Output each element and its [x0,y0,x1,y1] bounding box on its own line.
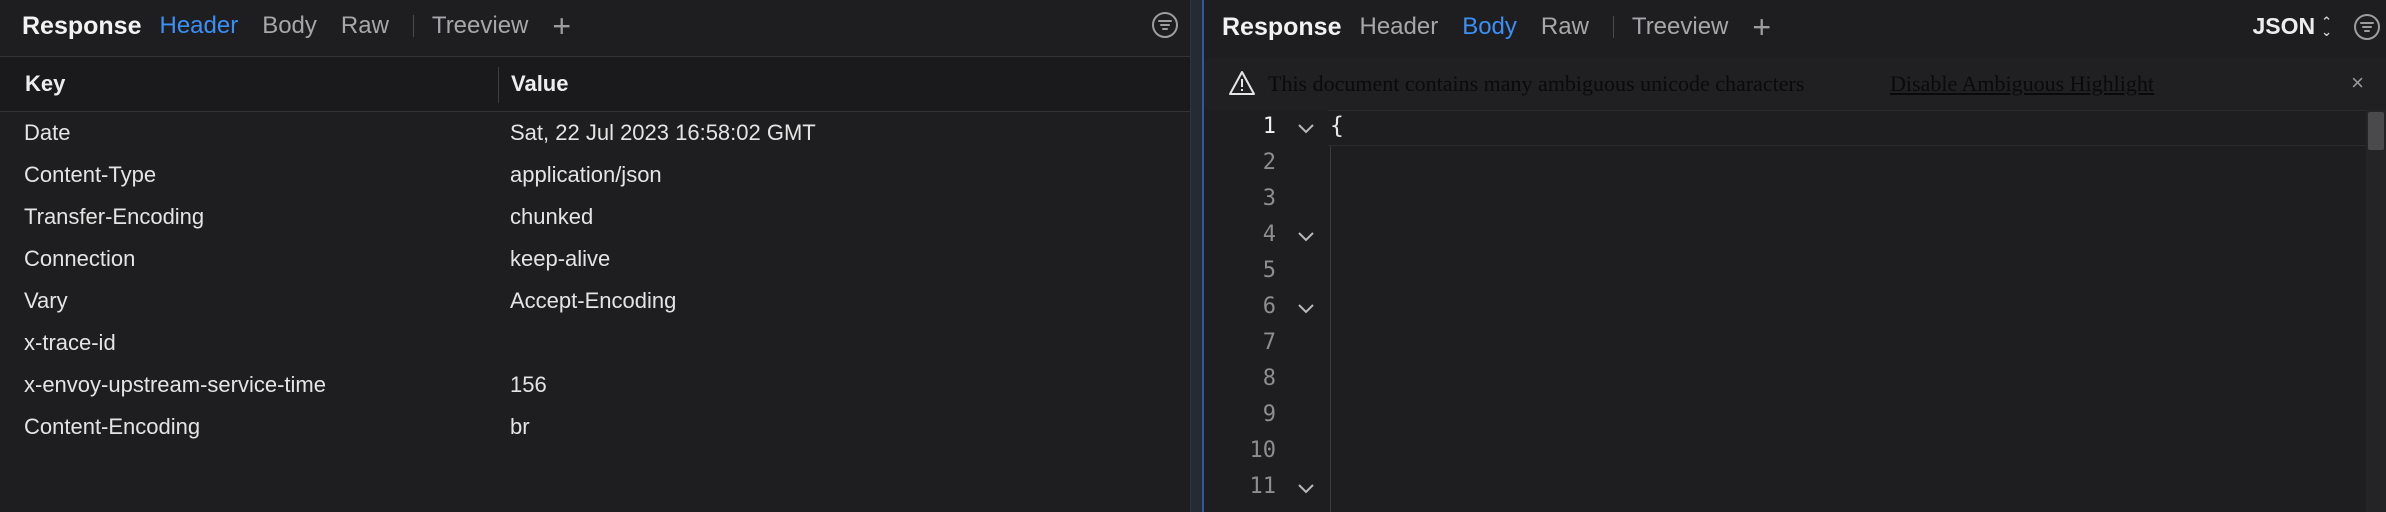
editor-line: 3 [1204,182,2386,218]
line-number: 3 [1262,186,1276,211]
editor-line: 5 [1204,254,2386,290]
fold-chevron-icon[interactable] [1294,296,1318,320]
fold-chevron-icon[interactable] [1294,476,1318,500]
editor-line: 1 { [1204,110,2386,146]
line-number: 1 [1262,114,1276,139]
right-tab-raw[interactable]: Raw [1541,13,1589,41]
format-select[interactable]: JSON ⌃ ⌄ [2252,13,2332,40]
table-row[interactable]: Content-Encoding br [0,407,1190,449]
current-line-highlight [1328,110,2366,146]
right-response-title: Response [1222,12,1342,41]
up-down-chevron-icon: ⌃ ⌄ [2321,13,2332,39]
table-row[interactable]: Vary Accept-Encoding [0,281,1190,323]
pane-split-handle[interactable] [1190,0,1204,512]
editor-line: 2 [1204,146,2386,182]
close-icon[interactable]: × [2351,70,2364,96]
banner-message: This document contains many ambiguous un… [1268,71,1805,96]
table-row[interactable]: x-envoy-upstream-service-time 156 [0,365,1190,407]
table-row[interactable]: x-trace-id [0,323,1190,365]
table-row[interactable]: Transfer-Encoding chunked [0,197,1190,239]
right-tab-body[interactable]: Body [1462,13,1517,41]
header-value: application/json [510,162,662,187]
line-number: 10 [1249,438,1277,463]
header-key: Vary [24,288,68,313]
code-line-text: { [1330,113,1344,139]
line-number: 6 [1262,294,1276,319]
right-tab-header[interactable]: Header [1359,13,1438,41]
left-tab-treeview[interactable]: Treeview [432,12,528,40]
header-value: br [510,414,530,439]
header-value: keep-alive [510,246,611,271]
right-add-tab-button[interactable]: + [1752,11,1771,43]
headers-table-header: Key Value [0,56,1190,112]
header-value: 156 [510,372,547,397]
line-number: 9 [1262,402,1276,427]
scrollbar-thumb[interactable] [2368,112,2384,150]
right-tab-separator [1612,16,1614,38]
left-tab-raw[interactable]: Raw [341,12,389,40]
table-row[interactable]: Content-Type application/json [0,155,1190,197]
line-number: 4 [1262,222,1276,247]
indent-guide [1330,146,1331,512]
header-key: Content-Encoding [24,414,201,439]
line-number: 11 [1249,474,1277,499]
header-value: chunked [510,204,594,229]
table-row[interactable]: Connection keep-alive [0,239,1190,281]
right-response-pane: Response Header Body Raw Treeview + JSON… [1204,0,2386,512]
header-value: Accept-Encoding [510,288,677,313]
left-add-tab-button[interactable]: + [552,10,571,42]
disable-ambiguous-highlight-link[interactable]: Disable Ambiguous Highlight [1890,71,2154,97]
line-number: 2 [1262,150,1276,175]
headers-table-body: Date Sat, 22 Jul 2023 16:58:02 GMT Conten… [0,113,1190,449]
line-number: 7 [1262,330,1276,355]
header-key: x-trace-id [24,330,116,355]
left-tab-body[interactable]: Body [262,12,317,40]
left-filter-icon[interactable] [1152,12,1178,38]
line-number: 5 [1262,258,1276,283]
editor-line: 8 [1204,362,2386,398]
left-tab-separator [412,15,414,37]
editor-line: 11 [1204,470,2386,506]
table-row[interactable]: Date Sat, 22 Jul 2023 16:58:02 GMT [0,113,1190,155]
header-key: Connection [24,246,136,271]
left-response-pane: Response Header Body Raw Treeview + Key … [0,0,1190,512]
json-body-editor[interactable]: 1 { 2 3 4 5 6 7 8 9 10 11 [1204,110,2386,512]
header-value: Sat, 22 Jul 2023 16:58:02 GMT [510,120,816,145]
right-tab-treeview[interactable]: Treeview [1632,13,1728,41]
fold-chevron-icon[interactable] [1294,116,1318,140]
line-number: 8 [1262,366,1276,391]
editor-line: 4 [1204,218,2386,254]
left-response-title: Response [22,11,142,40]
value-column-header: Value [511,71,569,96]
editor-scrollbar[interactable] [2366,110,2386,512]
key-column-header: Key [25,71,66,96]
editor-line: 9 [1204,398,2386,434]
format-select-value: JSON [2252,13,2316,39]
editor-line: 7 [1204,326,2386,362]
warning-icon [1229,71,1255,95]
column-resize-handle[interactable] [498,67,499,103]
left-tab-header[interactable]: Header [159,12,238,40]
ambiguous-unicode-banner: This document contains many ambiguous un… [1204,58,2386,110]
header-key: x-envoy-upstream-service-time [24,372,326,397]
header-key: Transfer-Encoding [24,204,205,229]
right-tabbar: Response Header Body Raw Treeview + [1204,0,2386,54]
header-key: Date [24,120,71,145]
right-filter-icon[interactable] [2354,14,2380,40]
header-key: Content-Type [24,162,157,187]
editor-line: 10 [1204,434,2386,470]
fold-chevron-icon[interactable] [1294,224,1318,248]
left-tabbar: Response Header Body Raw Treeview + [0,0,1190,52]
editor-line: 6 [1204,290,2386,326]
